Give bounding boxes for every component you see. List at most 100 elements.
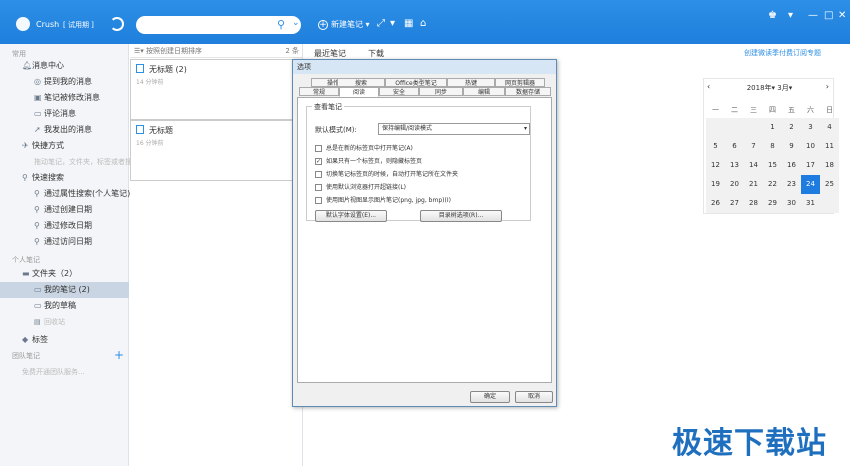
year-select[interactable]: 2018年 <box>747 84 772 92</box>
sidebar-item-tags[interactable]: ◆ 标签 <box>0 332 129 348</box>
calendar-day[interactable]: 17 <box>801 156 820 175</box>
chevron-down-icon[interactable]: ⌄ <box>292 18 300 28</box>
list-item[interactable]: 无标题 16 分钟前 <box>130 120 303 181</box>
calendar-day[interactable]: 11 <box>820 137 839 156</box>
chevron-down-icon[interactable]: ▾ <box>524 124 527 134</box>
calendar-day[interactable]: 4 <box>820 118 839 137</box>
font-settings-button[interactable]: 默认字体设置(E)... <box>315 210 387 222</box>
sidebar-item-modified[interactable]: ▣ 笔记被修改消息 <box>0 90 129 106</box>
dialog-tab[interactable]: 编辑 <box>463 87 505 96</box>
calendar-day[interactable]: 27 <box>725 194 744 213</box>
sidebar-item-messages[interactable]: 🔔︎消息中心 <box>0 58 129 74</box>
team-hint[interactable]: 免费开通团队服务... <box>0 364 129 380</box>
calendar-day[interactable]: 16 <box>782 156 801 175</box>
chevron-down-icon[interactable]: ▾ <box>363 20 370 29</box>
calendar-day[interactable]: 15 <box>763 156 782 175</box>
sidebar-item-folders[interactable]: ▬ 文件夹（2） <box>0 266 129 282</box>
chevron-right-icon[interactable]: › <box>826 82 829 91</box>
sidebar-item-my-notes[interactable]: ▭ 我的笔记 (2) <box>0 282 129 298</box>
skin-icon[interactable]: ♚ <box>768 10 777 21</box>
calendar-day[interactable]: 24 <box>801 175 820 194</box>
ok-button[interactable]: 确定 <box>470 391 510 403</box>
dialog-tab[interactable]: 安全 <box>379 87 419 96</box>
calendar-day[interactable]: 28 <box>744 194 763 213</box>
home-icon[interactable]: ⌂ <box>420 18 426 29</box>
sort-bar[interactable]: ☰▾ 按照创建日期排序 2 条 <box>130 44 303 58</box>
checkbox[interactable] <box>315 184 322 191</box>
calendar-day[interactable]: 13 <box>725 156 744 175</box>
sync-icon[interactable] <box>110 17 124 31</box>
close-icon[interactable]: ✕ <box>838 10 846 21</box>
sidebar-item-quick-search[interactable]: ⚲ 快速搜索 <box>0 170 129 186</box>
checkbox-default-browser[interactable]: 使用默认浏览器打开超链接(L) <box>315 184 406 192</box>
checkbox-hide-tabs[interactable]: ✓ 如果只有一个标签页，则隐藏标签页 <box>315 158 422 166</box>
sidebar-item-drafts[interactable]: ▭ 我的草稿 <box>0 298 129 314</box>
calendar-day[interactable]: 25 <box>820 175 839 194</box>
calendar-day[interactable]: 3 <box>801 118 820 137</box>
checkbox[interactable] <box>315 171 322 178</box>
calendar-day[interactable]: 2 <box>782 118 801 137</box>
tree-options-button[interactable]: 目录树选项(R)... <box>420 210 502 222</box>
maximize-icon[interactable]: □ <box>824 10 833 21</box>
sidebar-item-comments[interactable]: ▭ 评论消息 <box>0 106 129 122</box>
dialog-tab[interactable]: 网页剪辑器 <box>495 78 545 87</box>
calendar-day[interactable]: 29 <box>763 194 782 213</box>
sidebar-item-shortcuts[interactable]: ✈ 快捷方式 <box>0 138 129 154</box>
calendar-day[interactable]: 30 <box>782 194 801 213</box>
chevron-down-icon[interactable]: ▾ <box>390 18 395 29</box>
calendar-day[interactable]: 19 <box>706 175 725 194</box>
sidebar-item-search-created[interactable]: ⚲ 通过创建日期 <box>0 202 129 218</box>
calendar-day[interactable]: 21 <box>744 175 763 194</box>
checkbox-image-view[interactable]: 使用图片视图显示图片笔记(png, jpg, bmp)(I) <box>315 197 451 205</box>
add-team-icon[interactable]: + <box>114 348 124 362</box>
sidebar-item-sent[interactable]: ➚ 我发出的消息 <box>0 122 129 138</box>
dialog-tab[interactable]: 同步 <box>419 87 463 96</box>
mode-select[interactable]: 保持编辑/阅读模式 ▾ <box>378 123 530 135</box>
chevron-down-icon[interactable]: ▾ <box>789 84 793 92</box>
sidebar-item-trash[interactable]: ▤ 回收站 <box>0 314 129 330</box>
calendar-day[interactable]: 20 <box>725 175 744 194</box>
dialog-tab[interactable]: 常规 <box>299 87 339 96</box>
dialog-tab[interactable]: 热键 <box>447 78 495 87</box>
sort-label[interactable]: 按照创建日期排序 <box>146 47 202 55</box>
calendar-day[interactable]: 7 <box>744 137 763 156</box>
calendar-day[interactable]: 8 <box>763 137 782 156</box>
calendar-day[interactable]: 14 <box>744 156 763 175</box>
cancel-button[interactable]: 取消 <box>515 391 553 403</box>
checkbox-open-folder[interactable]: 切换笔记标签页的时候，自动打开笔记所在文件夹 <box>315 171 458 179</box>
sidebar-item-search-accessed[interactable]: ⚲ 通过访问日期 <box>0 234 129 250</box>
calendar-day[interactable]: 6 <box>725 137 744 156</box>
new-note-button[interactable]: + 新建笔记 ▾ <box>318 19 370 30</box>
calendar-day[interactable]: 9 <box>782 137 801 156</box>
checkbox[interactable] <box>315 145 322 152</box>
minimize-icon[interactable]: — <box>808 10 818 21</box>
sidebar-item-search-attr[interactable]: ⚲ 通过属性搜索(个人笔记) <box>0 186 130 202</box>
checkbox-new-tab[interactable]: 总是在新的标签页中打开笔记(A) <box>315 145 413 153</box>
calendar-day[interactable]: 18 <box>820 156 839 175</box>
calendar-day[interactable]: 5 <box>706 137 725 156</box>
list-item[interactable]: 无标题 (2) 14 分钟前 <box>130 59 303 120</box>
sidebar-item-search-modified[interactable]: ⚲ 通过修改日期 <box>0 218 129 234</box>
avatar[interactable] <box>16 17 30 31</box>
username[interactable]: Crush <box>36 20 59 29</box>
calendar-day[interactable]: 12 <box>706 156 725 175</box>
dialog-tab[interactable]: 搜索 <box>337 78 385 87</box>
dialog-tab[interactable]: 数据存储 <box>505 87 551 96</box>
tab-recent[interactable]: 最近笔记 <box>314 48 346 59</box>
checkbox[interactable]: ✓ <box>315 158 322 165</box>
month-select[interactable]: 3月 <box>777 84 788 92</box>
dialog-tab[interactable]: Office类型笔记 <box>385 78 447 87</box>
calendar-day[interactable]: 1 <box>763 118 782 137</box>
wechat-subscribe-link[interactable]: 创建微读季付费订阅专题 <box>744 48 821 58</box>
checkbox[interactable] <box>315 197 322 204</box>
search-icon[interactable]: ⚲ <box>277 18 285 31</box>
calendar-day[interactable]: 23 <box>782 175 801 194</box>
menu-icon[interactable]: ▾ <box>788 10 793 21</box>
resize-icon[interactable]: ⤢ <box>377 18 385 29</box>
list-view-icon[interactable]: ☰▾ <box>134 47 144 55</box>
sidebar-item-mentions[interactable]: ◎ 提到我的消息 <box>0 74 129 90</box>
calendar-day[interactable]: 10 <box>801 137 820 156</box>
calendar-day[interactable]: 31 <box>801 194 820 213</box>
grid-icon[interactable]: ▦ <box>404 18 413 29</box>
calendar-day[interactable]: 22 <box>763 175 782 194</box>
